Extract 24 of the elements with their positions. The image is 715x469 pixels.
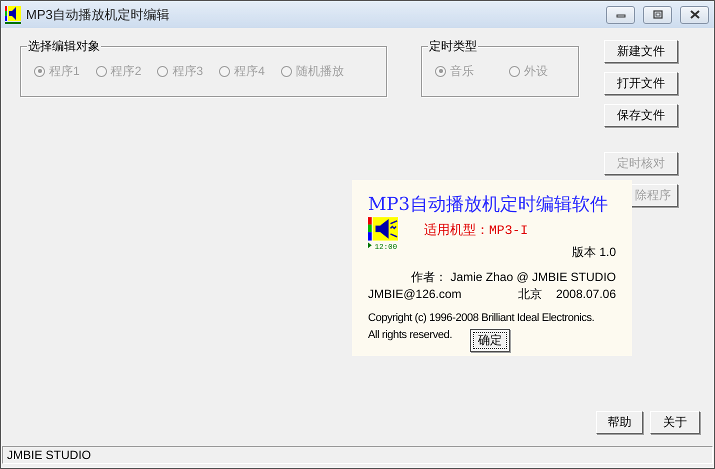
author-label: 作者： Jamie Zhao @ JMBIE STUDIO	[411, 269, 616, 286]
window-title: MP3自动播放机定时编辑	[26, 6, 171, 24]
help-button[interactable]: 帮助	[596, 411, 643, 434]
minimize-button[interactable]	[606, 6, 635, 24]
email-label: JMBIE@126.com	[368, 286, 462, 303]
close-button[interactable]	[680, 6, 709, 24]
rights-text: All rights reserved.	[368, 328, 452, 343]
date-label: 2008.07.06	[556, 286, 616, 303]
ok-button[interactable]: 确定	[470, 329, 510, 352]
close-icon	[688, 10, 700, 19]
group-title: 选择编辑对象	[27, 39, 101, 53]
side-button[interactable]: 新建文件	[604, 40, 678, 63]
city-label: 北京	[518, 286, 542, 303]
app-icon	[5, 6, 21, 24]
copyright-text: Copyright (c) 1996-2008 Brilliant Ideal Electronics.	[368, 311, 594, 326]
status-bar: JMBIE STUDIO	[2, 446, 713, 464]
side-button[interactable]: 打开文件	[604, 72, 678, 95]
maximize-button[interactable]	[643, 6, 672, 24]
about-button[interactable]: 关于	[650, 411, 700, 434]
model-label: 适用机型：MP3-I	[424, 222, 528, 240]
side-button[interactable]: 保存文件	[604, 104, 678, 127]
maximize-icon	[652, 10, 664, 19]
version-label: 版本 1.0	[572, 244, 616, 261]
group-title: 定时类型	[428, 39, 478, 53]
